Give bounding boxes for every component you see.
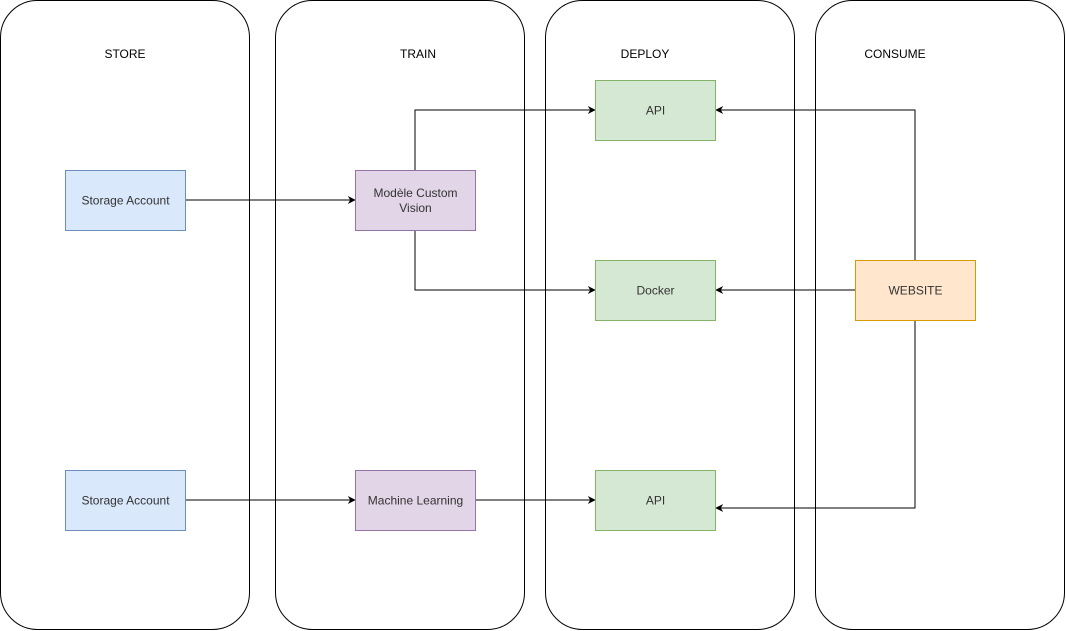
node-label: Vision xyxy=(399,201,431,215)
lane-label: STORE xyxy=(104,47,145,61)
lane-label: DEPLOY xyxy=(621,47,670,61)
node-label: API xyxy=(646,104,665,118)
architecture-diagram: STORE TRAIN DEPLOY CONSUME Storage Account M… xyxy=(0,0,1065,630)
node-storage2[interactable]: Storage Account xyxy=(65,470,186,531)
node-api2[interactable]: API xyxy=(595,470,716,531)
edge-customvision-to-docker xyxy=(414,230,596,294)
node-label: Modèle Custom xyxy=(373,186,457,200)
edge-customvision-to-api1 xyxy=(414,106,596,170)
node-api1[interactable]: API xyxy=(595,80,716,141)
node-customvision[interactable]: Modèle CustomVision xyxy=(355,170,476,231)
node-label: Machine Learning xyxy=(368,494,463,508)
node-docker[interactable]: Docker xyxy=(595,260,716,321)
node-label: API xyxy=(646,494,665,508)
node-website[interactable]: WEBSITE xyxy=(855,260,976,321)
node-storage1[interactable]: Storage Account xyxy=(65,170,186,231)
lane-label: CONSUME xyxy=(864,47,925,61)
lane-label: TRAIN xyxy=(400,47,436,61)
node-label: Docker xyxy=(636,284,674,298)
lane-store: STORE xyxy=(0,0,250,630)
node-label: Storage Account xyxy=(81,494,170,508)
node-label: WEBSITE xyxy=(888,284,942,298)
node-ml[interactable]: Machine Learning xyxy=(355,470,476,531)
lane-train: TRAIN xyxy=(275,0,525,630)
node-label: Storage Account xyxy=(81,194,170,208)
lane-container xyxy=(0,0,250,630)
lane-container xyxy=(275,0,525,630)
